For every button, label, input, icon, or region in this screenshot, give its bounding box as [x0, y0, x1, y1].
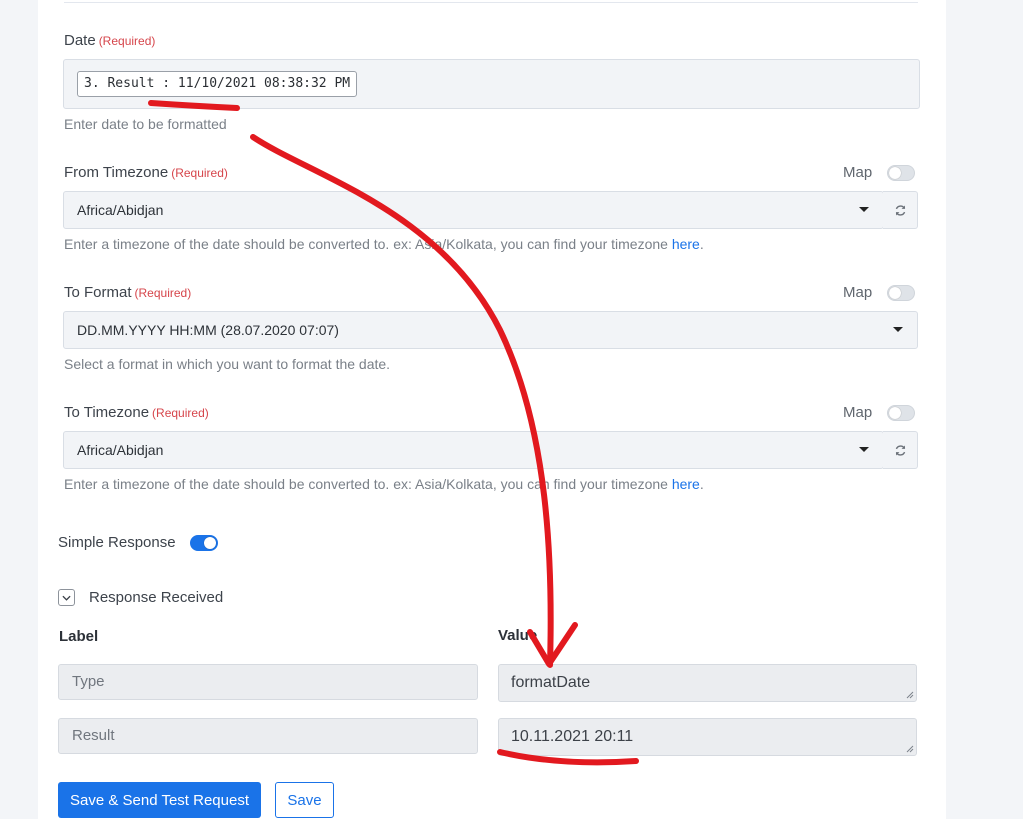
- resize-grip-icon[interactable]: [905, 744, 914, 753]
- date-input[interactable]: 3. Result : 11/10/2021 08:38:32 PM: [63, 59, 920, 109]
- response-collapse-button[interactable]: [58, 589, 75, 606]
- response-label-type: Type: [58, 664, 478, 700]
- date-label-text: Date: [64, 32, 96, 49]
- refresh-icon: [895, 444, 905, 456]
- caret-down-icon: [893, 327, 903, 332]
- resize-grip-icon[interactable]: [905, 690, 914, 699]
- to-format-value: DD.MM.YYYY HH:MM (28.07.2020 07:07): [77, 322, 339, 338]
- date-label: Date (Required): [64, 32, 155, 49]
- from-timezone-value: Africa/Abidjan: [77, 202, 164, 218]
- required-badge: (Required): [134, 286, 192, 300]
- to-format-select[interactable]: DD.MM.YYYY HH:MM (28.07.2020 07:07): [63, 311, 918, 349]
- to-timezone-value: Africa/Abidjan: [77, 442, 164, 458]
- to-timezone-map-toggle[interactable]: [887, 405, 915, 421]
- simple-response-label: Simple Response: [58, 534, 176, 551]
- from-timezone-hint: Enter a timezone of the date should be c…: [64, 236, 704, 252]
- required-badge: (Required): [171, 166, 228, 180]
- to-timezone-map-label: Map: [843, 404, 873, 421]
- response-value-result[interactable]: 10.11.2021 20:11: [498, 718, 917, 756]
- refresh-icon: [895, 204, 905, 216]
- to-format-map-label: Map: [843, 284, 873, 301]
- hint-period: .: [699, 236, 704, 252]
- divider: [64, 0, 918, 3]
- from-timezone-map-label: Map: [843, 164, 873, 181]
- to-timezone-label: To Timezone (Required): [64, 404, 209, 421]
- to-format-map-toggle[interactable]: [887, 285, 915, 301]
- date-hint: Enter date to be formatted: [64, 116, 227, 132]
- to-timezone-refresh-button[interactable]: [883, 431, 918, 469]
- to-format-hint: Select a format in which you want to for…: [64, 356, 391, 372]
- timezone-help-link[interactable]: here: [672, 236, 700, 252]
- value-column-header: Value: [498, 627, 538, 644]
- to-format-label: To Format (Required): [64, 284, 191, 301]
- hint-period: .: [699, 476, 704, 492]
- save-and-send-test-button[interactable]: Save & Send Test Request: [58, 782, 261, 818]
- response-value-result-text: 10.11.2021 20:11: [511, 728, 634, 745]
- from-timezone-label: From Timezone (Required): [64, 164, 228, 181]
- caret-down-icon: [859, 447, 869, 452]
- save-button[interactable]: Save: [275, 782, 334, 818]
- response-value-type[interactable]: formatDate: [498, 664, 917, 702]
- to-timezone-hint: Enter a timezone of the date should be c…: [64, 476, 704, 492]
- to-timezone-label-text: To Timezone: [64, 404, 150, 421]
- simple-response-toggle[interactable]: [190, 535, 218, 551]
- response-label-result: Result: [58, 718, 478, 754]
- from-timezone-hint-text: Enter a timezone of the date should be c…: [64, 236, 668, 252]
- timezone-help-link[interactable]: here: [672, 476, 700, 492]
- chevron-down-icon: [62, 595, 71, 601]
- to-timezone-hint-text: Enter a timezone of the date should be c…: [64, 476, 668, 492]
- caret-down-icon: [859, 207, 869, 212]
- to-timezone-select[interactable]: Africa/Abidjan: [63, 431, 884, 469]
- from-timezone-select[interactable]: Africa/Abidjan: [63, 191, 884, 229]
- required-badge: (Required): [152, 406, 209, 420]
- response-value-type-text: formatDate: [511, 674, 591, 691]
- to-format-label-text: To Format: [64, 284, 132, 301]
- from-timezone-map-toggle[interactable]: [887, 165, 915, 181]
- response-received-title: Response Received: [89, 589, 224, 606]
- label-column-header: Label: [59, 628, 99, 645]
- from-timezone-label-text: From Timezone: [64, 164, 169, 181]
- from-timezone-refresh-button[interactable]: [883, 191, 918, 229]
- required-badge: (Required): [98, 34, 156, 48]
- mapped-field-pill[interactable]: 3. Result : 11/10/2021 08:38:32 PM: [77, 71, 358, 97]
